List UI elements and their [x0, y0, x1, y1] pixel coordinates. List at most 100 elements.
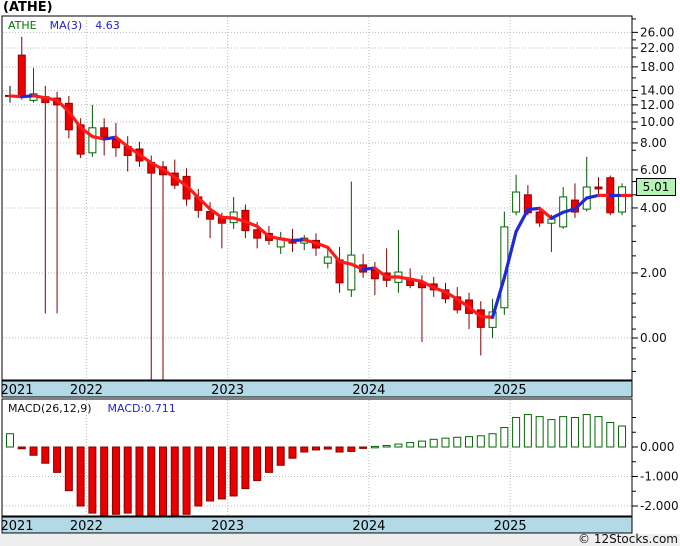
price-axis-label: 18.00: [640, 60, 674, 74]
page-title: (ATHE): [3, 0, 53, 15]
macd-bar-negative: [29, 446, 38, 456]
candle: [253, 229, 262, 239]
macd-value-label: MACD:0.711: [107, 402, 176, 415]
price-axis-label: 6.00: [640, 163, 667, 177]
macd-bar-negative: [111, 446, 120, 515]
macd-bar-positive: [382, 445, 391, 448]
price-and-macd-chart-canvas: 2021 2022 2023 2024 2025 2021 2022 2023 2024 2025…: [0, 15, 679, 534]
macd-bar-positive: [570, 417, 579, 448]
macd-bar-positive: [512, 417, 521, 448]
candle: [618, 186, 627, 213]
macd-bar-negative: [241, 446, 250, 490]
macd-axis-label: -2.000: [640, 499, 679, 513]
macd-bar-positive: [606, 422, 615, 448]
macd-bar-negative: [288, 446, 297, 459]
macd-bar-negative: [159, 446, 168, 516]
year-label: 2025: [494, 519, 527, 534]
macd-bar-positive: [441, 437, 450, 448]
year-label: 2021: [0, 519, 33, 534]
macd-bar-positive: [476, 435, 485, 448]
price-axis-label: 4.00: [640, 201, 667, 215]
macd-bar-negative: [323, 446, 332, 450]
price-axis-label: 10.00: [640, 115, 674, 129]
candle: [88, 127, 97, 154]
macd-bar-positive: [417, 440, 426, 448]
year-label: 2024: [352, 519, 385, 534]
price-axis-label: 8.00: [640, 136, 667, 150]
macd-axis-label: 0.000: [640, 440, 674, 454]
macd-bar-negative: [300, 446, 309, 453]
macd-bar-positive: [394, 443, 403, 448]
stock-chart-page: 2021 2022 2023 2024 2025 2021 2022 2023 2024 2025…: [0, 0, 680, 546]
macd-bar-negative: [264, 446, 273, 473]
macd-bar-positive: [582, 414, 591, 448]
year-label: 2023: [211, 519, 244, 534]
year-label: 2022: [70, 383, 103, 398]
ma-label: MA(3): [49, 19, 83, 32]
macd-bar-positive: [453, 436, 462, 448]
last-price-badge: 5.01: [636, 178, 676, 196]
price-axis-label: 0.00: [640, 331, 667, 345]
macd-bar-negative: [100, 446, 109, 516]
candle: [594, 186, 603, 190]
macd-bar-negative: [123, 446, 132, 514]
macd-bar-positive: [500, 427, 509, 448]
copyright-text: © 12Stocks.com: [578, 532, 678, 546]
macd-bar-negative: [53, 446, 62, 473]
macd-bar-positive: [523, 414, 532, 448]
price-axis-label: 26.00: [640, 25, 674, 39]
year-label: 2022: [70, 519, 103, 534]
macd-bar-positive: [547, 419, 556, 448]
macd-bar-negative: [253, 446, 262, 482]
macd-bar-positive: [618, 425, 627, 448]
macd-bar-negative: [312, 446, 321, 451]
macd-axis-label: -1.000: [640, 470, 679, 484]
ma-value: 4.63: [95, 19, 120, 32]
macd-bar-negative: [64, 446, 73, 492]
candle: [512, 191, 521, 213]
candle: [100, 127, 109, 138]
macd-bar-positive: [594, 416, 603, 448]
candle: [347, 254, 356, 291]
macd-bar-positive: [6, 433, 14, 448]
macd-bar-negative: [194, 446, 203, 507]
macd-bar-negative: [147, 446, 156, 516]
macd-bar-negative: [335, 446, 344, 453]
candle: [535, 211, 544, 224]
macd-bar-positive: [559, 416, 568, 448]
macd-params-label: MACD(26,12,9): [8, 402, 92, 415]
year-label: 2021: [0, 383, 33, 398]
macd-bar-positive: [535, 416, 544, 448]
macd-bar-negative: [359, 446, 368, 449]
price-axis-label: 14.00: [640, 83, 674, 97]
macd-bar-positive: [370, 445, 379, 449]
macd-bar-negative: [276, 446, 285, 466]
macd-bar-negative: [229, 446, 238, 497]
macd-bar-negative: [76, 446, 85, 507]
macd-bar-negative: [347, 446, 356, 452]
price-axis-label: 12.00: [640, 98, 674, 112]
year-label: 2024: [352, 383, 385, 398]
year-label: 2025: [494, 383, 527, 398]
price-chart-legend: ATHE MA(3) 4.63: [8, 19, 120, 32]
price-axis-label: 2.00: [640, 266, 667, 280]
macd-bar-negative: [41, 446, 50, 464]
macd-bar-negative: [217, 446, 226, 500]
symbol-label: ATHE: [8, 19, 37, 32]
macd-axis: 0.000 -1.000 -2.000: [632, 417, 679, 513]
price-axis-label: 22.00: [640, 41, 674, 55]
macd-bar-negative: [135, 446, 144, 516]
macd-bar-negative: [206, 446, 215, 502]
year-label: 2023: [211, 383, 244, 398]
macd-bar-positive: [465, 436, 474, 448]
macd-bar-negative: [88, 446, 97, 514]
candle: [476, 309, 485, 328]
candle: [17, 54, 26, 98]
macd-bar-positive: [488, 433, 497, 448]
macd-bar-negative: [182, 446, 191, 515]
macd-bar-positive: [406, 442, 415, 448]
macd-bar-negative: [170, 446, 179, 516]
candle: [323, 256, 332, 264]
macd-legend: MACD(26,12,9) MACD:0.711: [8, 402, 176, 415]
macd-bar-positive: [429, 438, 438, 448]
